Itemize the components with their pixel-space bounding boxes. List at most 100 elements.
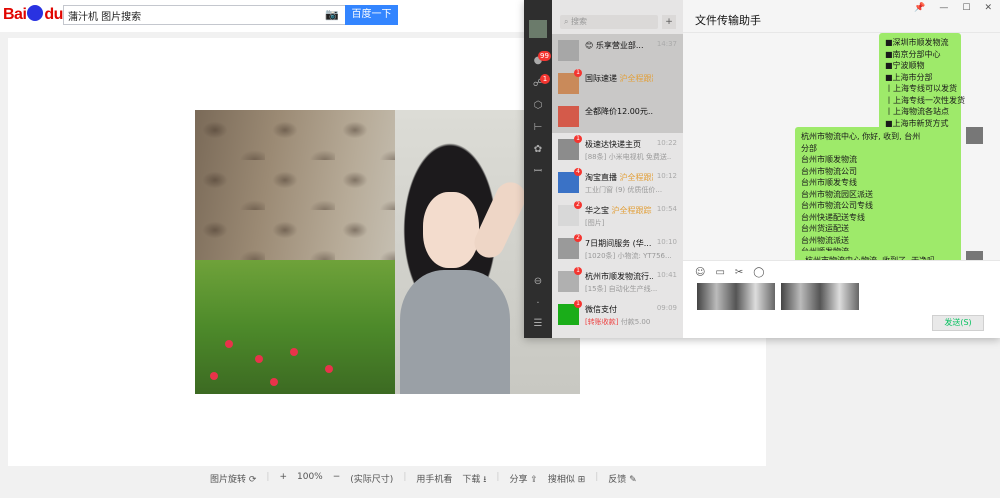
phone-icon[interactable]: ⊖ xyxy=(532,276,544,288)
camera-icon[interactable]: 📷 xyxy=(325,8,339,21)
conversation-preview: 工业门窗 (9) 优质低价... xyxy=(585,186,663,194)
message-line: ■上海市分部 xyxy=(885,72,933,82)
conversation-time: 14:37 xyxy=(656,40,677,48)
conversation-name: 7日期间服务 (华... xyxy=(585,239,652,248)
message-line: 台州市物流公司专线 xyxy=(801,201,873,210)
actual-size-button[interactable]: (实际尺寸) xyxy=(350,472,393,486)
photo-flower xyxy=(255,355,263,363)
message-line: 丨上海专线可以发货 xyxy=(885,84,957,93)
search-button[interactable]: 百度一下 xyxy=(345,5,398,25)
download-button[interactable]: 下载 ⭳ xyxy=(462,472,486,486)
conversation-item[interactable]: 1 微信支付 09:09 [转账收款] 付款5.00 xyxy=(552,298,683,331)
conversation-preview: [15条] 自动化生产线... xyxy=(585,285,658,293)
conversation-name: 杭州市顺发物流行... xyxy=(585,272,653,281)
sender-avatar[interactable] xyxy=(966,127,983,144)
message-line: ■深圳市顺发物流 xyxy=(885,38,949,47)
wechat-sidebar: ● 99 ☍ 1 ⬡ ⊢ ✿ ꟷ ⊖ · ☰ xyxy=(524,0,552,338)
conversation-item[interactable]: 2 7日期间服务 (华... 10:10 [1020条] 小物流: YT756... xyxy=(552,232,683,265)
zoom-level: 100% xyxy=(297,472,323,482)
conversation-time: 09:09 xyxy=(656,304,677,312)
search-input[interactable]: 蒲汁机 图片搜索 📷 xyxy=(63,5,345,25)
conversation-name: 华之宝 沪全程跟踪 xyxy=(585,206,652,215)
message-line: 丨上海专线一次性发货 xyxy=(885,95,965,105)
add-chat-button[interactable]: + xyxy=(662,15,676,29)
message-line: 台州货运配送 xyxy=(801,224,849,233)
minimize-icon[interactable]: — xyxy=(939,3,948,13)
photo-flower xyxy=(210,372,218,380)
conversation-search[interactable]: ⌕ 搜索 xyxy=(560,15,658,29)
pin-icon[interactable]: 📌 xyxy=(914,3,925,13)
conversation-time: 10:22 xyxy=(656,139,677,147)
files-icon[interactable]: ⊢ xyxy=(532,122,544,134)
send-button[interactable]: 发送(S) xyxy=(932,315,984,331)
maximize-icon[interactable]: ☐ xyxy=(962,3,970,13)
moments-icon[interactable]: ✿ xyxy=(532,144,544,156)
rotate-button[interactable]: 图片旋转 ⟳ xyxy=(210,472,256,486)
message-line: 台州物流派送 xyxy=(801,235,849,245)
pasted-image[interactable] xyxy=(781,283,859,310)
phone-view-button[interactable]: 用手机看 xyxy=(416,472,452,486)
message-line: 台州市顺发专线 xyxy=(801,178,857,187)
conversation-item[interactable]: 1 杭州市顺发物流行... 10:41 [15条] 自动化生产线... xyxy=(552,265,683,298)
conversation-time: 10:10 xyxy=(656,238,677,246)
message-bubble[interactable]: 杭州市物流中心, 你好, 收到, 台州 分部 台州市顺发物流 台州市物流公司 台州市顺发… xyxy=(795,127,961,260)
conversation-preview: [转账收款] 付款5.00 xyxy=(585,318,651,326)
message-line: ■宁波顺物 xyxy=(885,61,925,70)
input-toolbar: ☺ ▭ ✂ ◯ xyxy=(695,267,764,278)
conversation-time: 10:54 xyxy=(656,205,677,213)
search-icon: ⌕ xyxy=(564,17,572,26)
window-controls: 📌 — ☐ ✕ xyxy=(914,3,992,13)
chat-history-icon[interactable]: ◯ xyxy=(753,267,764,278)
close-icon[interactable]: ✕ xyxy=(984,3,992,13)
conversation-item[interactable]: 2 华之宝 沪全程跟踪 10:54 [图片] xyxy=(552,199,683,232)
zoom-in-button[interactable]: + xyxy=(279,472,287,486)
menu-icon[interactable]: ☰ xyxy=(532,318,544,330)
message-line: 台州快递配送专线 xyxy=(801,212,865,222)
pasted-image[interactable] xyxy=(697,283,775,310)
file-icon[interactable]: ▭ xyxy=(715,267,724,278)
conversation-name: 极速达快递主页 xyxy=(585,140,641,149)
unread-badge: 4 xyxy=(574,168,582,176)
feedback-button[interactable]: 反馈 ✎ xyxy=(608,472,636,486)
viewer-toolbar: 图片旋转 ⟳ | + 100% − (实际尺寸) | 用手机看 下载 ⭳ | 分… xyxy=(210,472,637,486)
message-line: 台州市物流公司 xyxy=(801,166,857,176)
sender-avatar[interactable] xyxy=(966,251,983,260)
contacts-badge: 1 xyxy=(540,74,550,84)
similar-search-button[interactable]: 搜相似 ⊞ xyxy=(548,472,585,486)
emoji-icon[interactable]: ☺ xyxy=(695,267,705,278)
favorites-icon[interactable]: ⬡ xyxy=(532,100,544,112)
chat-panel: 文件传输助手 📌 — ☐ ✕ ■深圳市顺发物流 ■南京分部中心 ■宁波顺物 ■上海市分… xyxy=(683,0,1000,338)
wechat-window: ● 99 ☍ 1 ⬡ ⊢ ✿ ꟷ ⊖ · ☰ ⌕ 搜索 + 😊 乐享营业部...… xyxy=(524,0,1000,338)
zoom-out-button[interactable]: − xyxy=(333,472,341,486)
screenshot-icon[interactable]: ✂ xyxy=(735,267,743,278)
conversation-item[interactable]: 1国际速递 沪全程跟踪单号... xyxy=(552,67,683,100)
share-button[interactable]: 分享 ⇪ xyxy=(509,472,537,486)
unread-badge: 1 xyxy=(574,135,582,143)
miniapp-icon[interactable]: · xyxy=(532,298,544,310)
conversation-item[interactable]: 全都降价12.00元... xyxy=(552,100,683,133)
conversation-name: 全都降价12.00元... xyxy=(585,107,653,116)
conversation-avatar xyxy=(558,40,579,61)
message-bubble[interactable]: 杭州市物流中心物流, 收到了, 干净吗... xyxy=(799,251,961,260)
photo-grass xyxy=(195,260,395,394)
conversation-time: 10:12 xyxy=(656,172,677,180)
message-input[interactable]: ☺ ▭ ✂ ◯ 发送(S) xyxy=(683,260,1000,338)
message-bubble[interactable]: ■深圳市顺发物流 ■南京分部中心 ■宁波顺物 ■上海市分部 丨上海专线可以发货 丨上海专线… xyxy=(879,33,965,133)
conversation-item[interactable]: 1 极速达快递主页 10:22 [88条] 小米电视机 免费送... xyxy=(552,133,683,166)
message-area[interactable]: ■深圳市顺发物流 ■南京分部中心 ■宁波顺物 ■上海市分部 丨上海专线可以发货 丨上海专线… xyxy=(683,32,1000,260)
message-line: 台州市顺发物流 xyxy=(801,155,857,164)
viewer-photo[interactable] xyxy=(195,110,580,394)
conversation-name: 😊 乐享营业部... xyxy=(585,41,644,50)
conversation-item[interactable]: 😊 乐享营业部... 14:37 xyxy=(552,34,683,67)
message-line: 台州市物流园区派送 xyxy=(801,189,873,199)
conversation-preview: [图片] xyxy=(585,219,605,227)
miniprogram-icon[interactable]: ꟷ xyxy=(532,166,544,178)
conversation-avatar xyxy=(558,106,579,127)
unread-badge: 2 xyxy=(574,234,582,242)
message-line: 丨上海物流各站点 xyxy=(885,107,949,116)
photo-flower xyxy=(290,348,298,356)
conversation-item[interactable]: 4淘宝直播 沪全程跟踪...10:12 工业门窗 (9) 优质低价... xyxy=(552,166,683,199)
baidu-paw-icon xyxy=(27,5,44,21)
conversation-list: ⌕ 搜索 + 😊 乐享营业部... 14:37 1国际速递 沪全程跟踪单号... 全都… xyxy=(552,0,683,338)
self-avatar[interactable] xyxy=(529,20,547,38)
